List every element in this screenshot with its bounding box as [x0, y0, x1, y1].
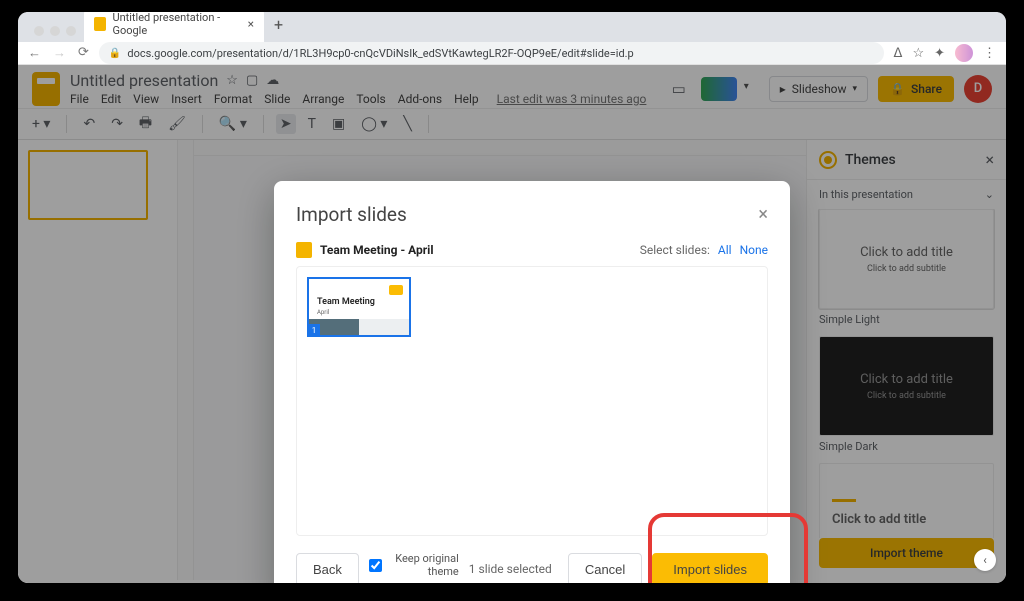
- tab-close-icon[interactable]: ×: [248, 17, 254, 31]
- select-all-link[interactable]: All: [718, 243, 732, 257]
- keep-theme-checkbox[interactable]: [369, 559, 382, 572]
- selected-count: 1 slide selected: [469, 562, 552, 576]
- address-bar: ← → ⟳ 🔒 docs.google.com/presentation/d/1…: [18, 42, 1006, 65]
- source-file-name: Team Meeting - April: [320, 243, 434, 257]
- reload-icon[interactable]: ⟳: [78, 45, 89, 61]
- forward-icon[interactable]: →: [53, 45, 66, 61]
- cancel-button[interactable]: Cancel: [568, 553, 642, 583]
- url-text: docs.google.com/presentation/d/1RL3H9cp0…: [127, 47, 633, 60]
- close-modal-icon[interactable]: ×: [758, 204, 768, 225]
- select-none-link[interactable]: None: [740, 243, 768, 257]
- badge-icon: [389, 285, 403, 295]
- modal-title: Import slides: [296, 203, 407, 226]
- side-panel-toggle-icon[interactable]: ‹: [974, 549, 996, 571]
- browser-tab[interactable]: Untitled presentation - Google ×: [84, 12, 264, 42]
- tab-title: Untitled presentation - Google: [112, 12, 241, 37]
- bookmark-icon[interactable]: ☆: [912, 46, 924, 61]
- share-page-icon[interactable]: ᐃ: [894, 46, 903, 61]
- slides-file-icon: [296, 242, 312, 258]
- import-slide-thumb-1[interactable]: Team Meeting April 1: [307, 277, 411, 337]
- keep-theme-label: Keep original theme: [387, 552, 459, 578]
- extensions-icon[interactable]: ✦: [934, 46, 945, 61]
- slides-favicon-icon: [94, 17, 106, 31]
- browser-tabstrip: Untitled presentation - Google × +: [18, 12, 1006, 42]
- slide-index: 1: [308, 324, 320, 336]
- url-input[interactable]: 🔒 docs.google.com/presentation/d/1RL3H9c…: [99, 42, 884, 64]
- slide-picker: Team Meeting April 1: [296, 266, 768, 536]
- window-controls[interactable]: [26, 26, 84, 42]
- back-button[interactable]: Back: [296, 553, 359, 583]
- import-slides-button[interactable]: Import slides: [652, 553, 768, 583]
- back-icon[interactable]: ←: [28, 45, 41, 61]
- import-slides-modal: Import slides × Team Meeting - April Sel…: [274, 181, 790, 583]
- profile-avatar-icon[interactable]: [955, 44, 973, 62]
- new-tab-button[interactable]: +: [264, 12, 293, 42]
- chrome-menu-icon[interactable]: ⋮: [983, 46, 996, 61]
- select-slides-label: Select slides:: [640, 243, 710, 257]
- lock-icon: 🔒: [109, 48, 121, 59]
